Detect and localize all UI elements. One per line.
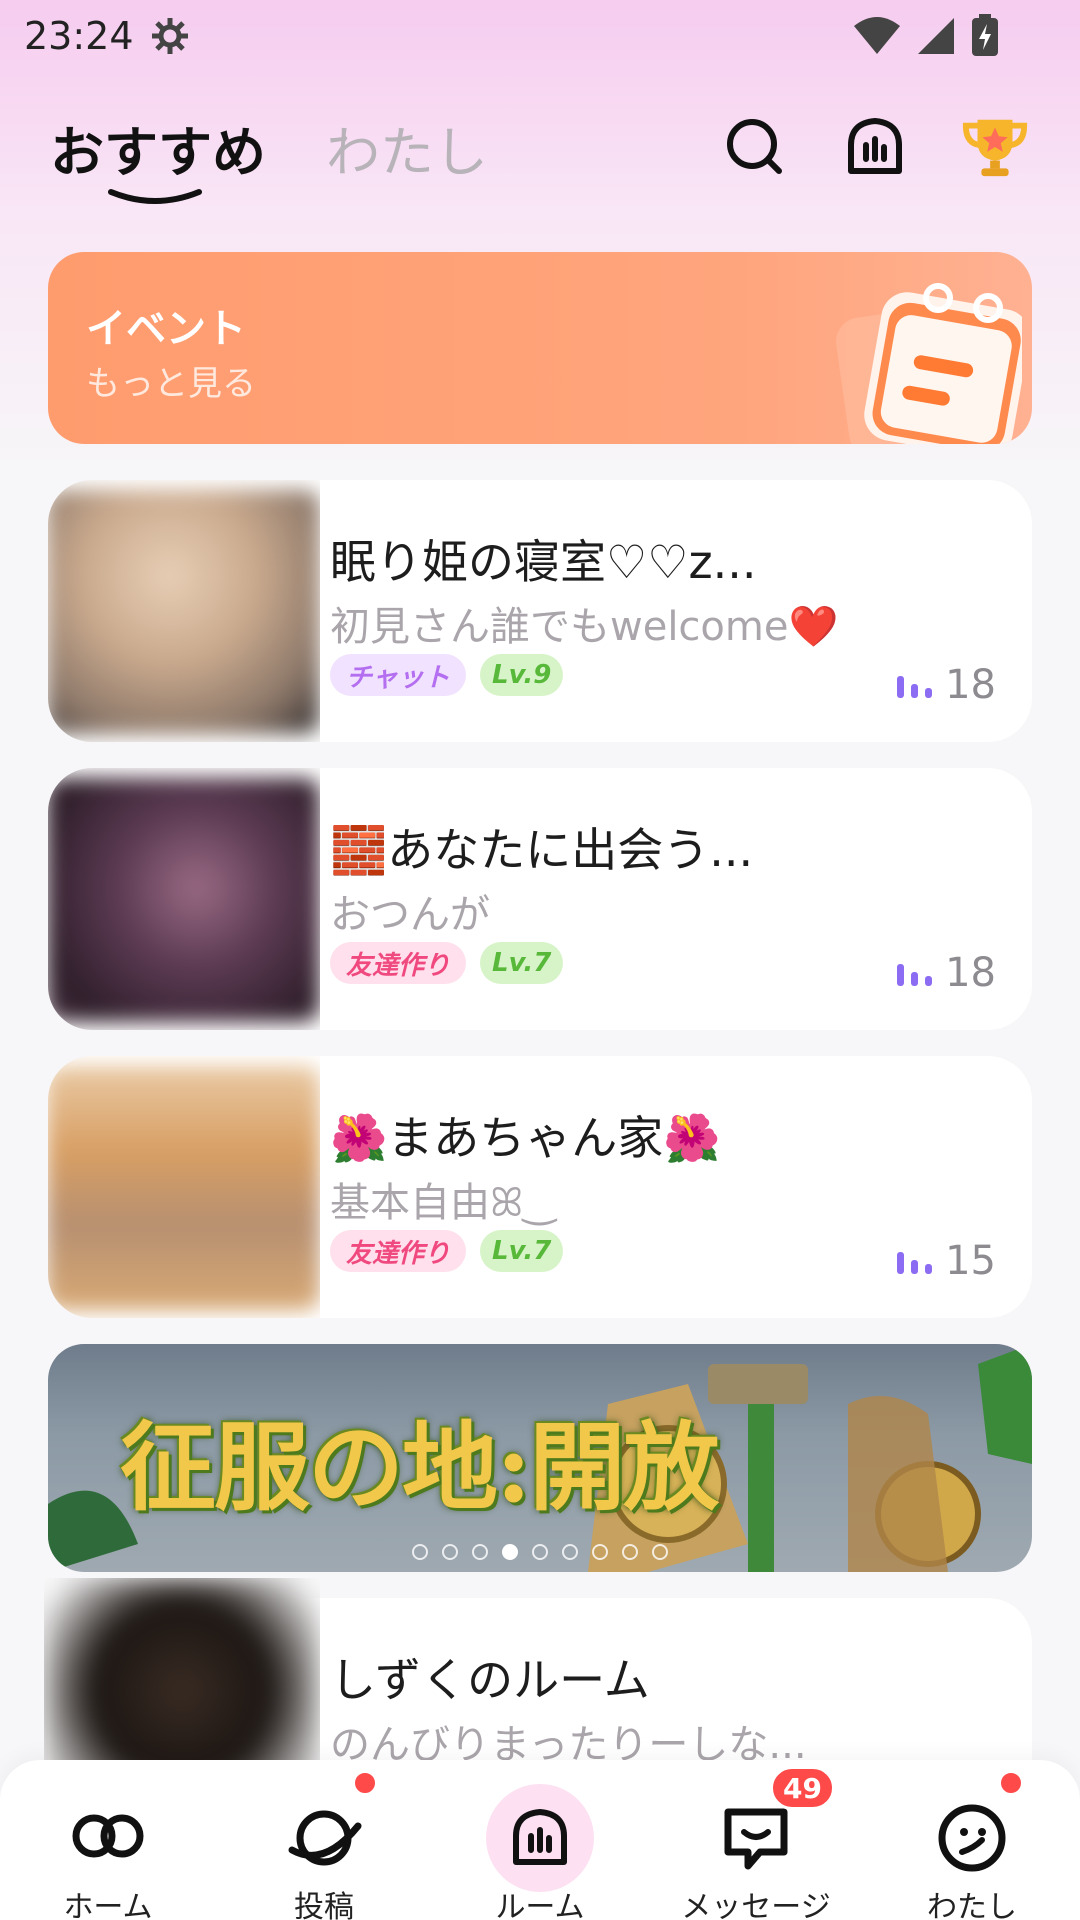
room-listener-count: 18 [895, 950, 996, 996]
bottom-navigation: ホーム 投稿 ルーム 49 メッセージ わたし [0, 1760, 1080, 1920]
nav-messages-label: メッセージ [681, 1890, 831, 1920]
ad-page-dot[interactable] [472, 1544, 488, 1560]
status-bar: 23:24 [0, 0, 1080, 72]
nav-profile[interactable]: わたし [882, 1760, 1062, 1920]
room-count-value: 18 [945, 662, 996, 708]
nav-room-label: ルーム [495, 1890, 585, 1920]
ad-page-dot[interactable] [562, 1544, 578, 1560]
room-card[interactable]: 🧱あなたに出会う... おつんが 友達作り Lv.7 18 [48, 768, 1032, 1030]
calendar-icon [836, 283, 1022, 444]
tab-active-indicator [108, 189, 202, 204]
nav-home[interactable]: ホーム [18, 1760, 198, 1920]
nav-posts[interactable]: 投稿 [234, 1760, 414, 1920]
nav-profile-label: わたし [927, 1890, 1017, 1920]
ad-page-dot[interactable] [592, 1544, 608, 1560]
event-banner[interactable]: イベント もっと見る [48, 252, 1032, 444]
wifi-icon [854, 17, 900, 54]
room-title: 眠り姫の寝室♡♡z... [330, 535, 757, 589]
nav-posts-label: 投稿 [294, 1890, 354, 1920]
ad-page-dot[interactable] [622, 1544, 638, 1560]
audio-bars-icon [897, 1252, 933, 1274]
room-icon [486, 1784, 594, 1892]
nav-posts-notification-dot [352, 1770, 378, 1796]
room-count-value: 15 [945, 1238, 996, 1284]
search-icon[interactable] [720, 112, 790, 182]
ad-page-dot[interactable] [412, 1544, 428, 1560]
room-level-tag: Lv.7 [480, 942, 564, 984]
settings-status-icon [148, 14, 192, 67]
room-thumbnail [48, 1056, 320, 1318]
home-icon [54, 1784, 162, 1892]
status-time: 23:24 [24, 14, 134, 58]
profile-icon [918, 1784, 1026, 1892]
room-thumbnail [48, 768, 320, 1030]
tab-recommended[interactable]: おすすめ [50, 108, 266, 187]
room-category-tag: 友達作り [330, 1230, 467, 1272]
room-level-tag: Lv.9 [480, 654, 564, 696]
room-category-tag: チャット [330, 654, 466, 696]
room-description: おつんが [330, 892, 490, 938]
room-description: 基本自由ꕤ‿ [330, 1180, 556, 1226]
live-room-icon[interactable] [840, 112, 910, 182]
room-count-value: 18 [945, 950, 996, 996]
room-thumbnail [48, 480, 320, 742]
top-header: おすすめ わたし [0, 90, 1080, 210]
room-title: 🧱あなたに出会う... [330, 823, 754, 877]
room-card[interactable]: 眠り姫の寝室♡♡z... 初見さん誰でもwelcome❤️ チャット Lv.9 … [48, 480, 1032, 742]
ad-pagination[interactable] [48, 1544, 1032, 1560]
tab-mine[interactable]: わたし [326, 108, 488, 187]
audio-bars-icon [897, 964, 933, 986]
room-level-tag: Lv.7 [480, 1230, 564, 1272]
room-description: 初見さん誰でもwelcome❤️ [330, 604, 839, 650]
event-more-link[interactable]: もっと見る [86, 356, 256, 405]
room-title: しずくのルーム [330, 1653, 650, 1707]
room-title: 🌺まあちゃん家🌺 [330, 1111, 721, 1165]
planet-icon [270, 1784, 378, 1892]
nav-home-label: ホーム [63, 1890, 153, 1920]
ad-title: 征服の地:開放 [120, 1411, 719, 1524]
nav-profile-notification-dot [998, 1770, 1024, 1796]
ad-page-dot[interactable] [532, 1544, 548, 1560]
room-listener-count: 18 [895, 662, 996, 708]
ad-page-dot[interactable] [652, 1544, 668, 1560]
ad-page-dot[interactable] [442, 1544, 458, 1560]
room-listener-count: 15 [895, 1238, 996, 1284]
nav-messages[interactable]: 49 メッセージ [666, 1760, 846, 1920]
trophy-icon[interactable] [960, 112, 1030, 182]
audio-bars-icon [897, 676, 933, 698]
battery-icon [972, 14, 998, 56]
ad-banner[interactable]: 征服の地:開放 [48, 1344, 1032, 1572]
ad-page-dot-active[interactable] [502, 1544, 518, 1560]
room-card[interactable]: 🌺まあちゃん家🌺 基本自由ꕤ‿ 友達作り Lv.7 15 [48, 1056, 1032, 1318]
signal-icon [918, 18, 954, 54]
room-category-tag: 友達作り [330, 942, 467, 984]
message-count-badge: 49 [770, 1766, 835, 1810]
status-icons [852, 14, 1000, 58]
nav-room[interactable]: ルーム [450, 1760, 630, 1920]
event-title: イベント [86, 306, 246, 352]
